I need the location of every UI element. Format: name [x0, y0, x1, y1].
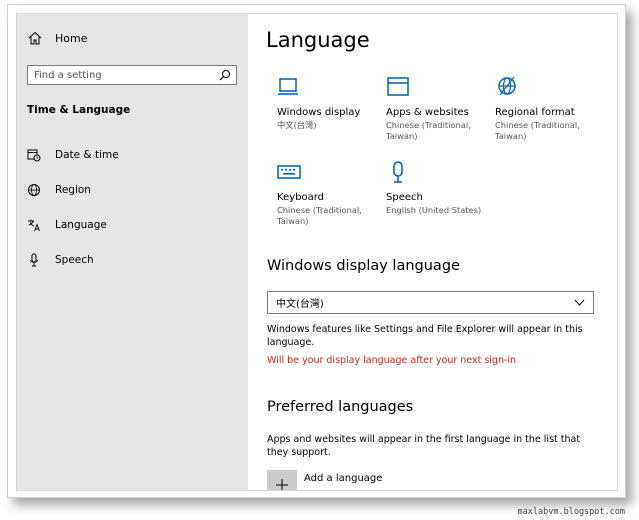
tile-apps-websites[interactable]: Apps & websites Chinese (Traditional, Ta…	[386, 75, 486, 142]
monitor-icon	[278, 78, 298, 95]
add-language-label[interactable]: Add a language	[304, 473, 382, 484]
search-icon[interactable]	[219, 69, 231, 81]
settings-window: Home Find a setting Time & Language Date…	[16, 13, 618, 491]
home-icon	[28, 31, 42, 45]
sidebar-item-language[interactable]: Language	[27, 218, 107, 232]
language-icon	[28, 219, 40, 232]
display-language-description: Windows features like Settings and File …	[267, 324, 583, 348]
chevron-down-icon	[574, 299, 585, 306]
sidebar: Home Find a setting Time & Language Date…	[17, 14, 248, 490]
calendar-clock-icon	[27, 149, 41, 162]
sidebar-item-date-time[interactable]: Date & time	[27, 148, 119, 162]
preferred-languages-description: Apps and websites will appear in the fir…	[267, 434, 581, 458]
globe-icon	[498, 76, 516, 96]
display-language-notice: Will be your display language after your…	[267, 355, 517, 366]
add-language-button[interactable]	[267, 470, 297, 490]
tile-subtitle: Chinese (Traditional, Taiwan)	[386, 120, 471, 141]
page-title: Language	[266, 28, 370, 52]
tile-title: Regional format	[495, 107, 575, 118]
watermark: maxlabvm.blogspot.com	[517, 507, 625, 517]
screenshot-frame: Home Find a setting Time & Language Date…	[7, 4, 626, 498]
tile-speech[interactable]: Speech English (United States)	[386, 160, 486, 216]
tile-subtitle: Chinese (Traditional, Taiwan)	[495, 120, 580, 141]
preferred-languages-heading: Preferred languages	[267, 399, 414, 415]
sidebar-item-speech[interactable]: Speech	[27, 253, 94, 267]
sidebar-item-region[interactable]: Region	[27, 183, 91, 197]
sidebar-item-label: Speech	[55, 254, 94, 266]
tile-subtitle: Chinese (Traditional, Taiwan)	[277, 205, 362, 226]
tile-title: Apps & websites	[386, 107, 469, 118]
tile-title: Keyboard	[277, 192, 325, 203]
microphone-icon	[30, 253, 38, 267]
tile-subtitle: English (United States)	[386, 205, 482, 215]
display-language-select[interactable]: 中文(台灣)	[267, 291, 594, 314]
section-title: Time & Language	[27, 104, 131, 116]
display-language-heading: Windows display language	[267, 258, 460, 274]
globe-icon	[28, 184, 40, 196]
main-content: Language Windows display 中文(台灣) Apps & w…	[248, 14, 617, 490]
sidebar-item-label: Region	[55, 184, 91, 196]
microphone-icon	[393, 161, 403, 183]
sidebar-item-label: Date & time	[55, 149, 119, 161]
window-icon	[387, 77, 409, 96]
tile-windows-display[interactable]: Windows display 中文(台灣)	[277, 75, 377, 131]
home-nav-item[interactable]: Home	[27, 30, 87, 46]
home-label: Home	[55, 31, 88, 45]
tile-title: Speech	[386, 192, 423, 203]
tile-title: Windows display	[277, 107, 361, 118]
keyboard-icon	[277, 165, 301, 179]
tile-keyboard[interactable]: Keyboard Chinese (Traditional, Taiwan)	[277, 160, 377, 227]
search-input[interactable]: Find a setting	[27, 65, 237, 85]
sidebar-item-label: Language	[55, 219, 107, 231]
plus-icon	[276, 479, 288, 490]
search-placeholder: Find a setting	[34, 69, 102, 81]
tile-subtitle: 中文(台灣)	[277, 120, 317, 130]
display-language-value: 中文(台灣)	[276, 299, 324, 310]
tile-regional-format[interactable]: Regional format Chinese (Traditional, Ta…	[495, 75, 595, 142]
